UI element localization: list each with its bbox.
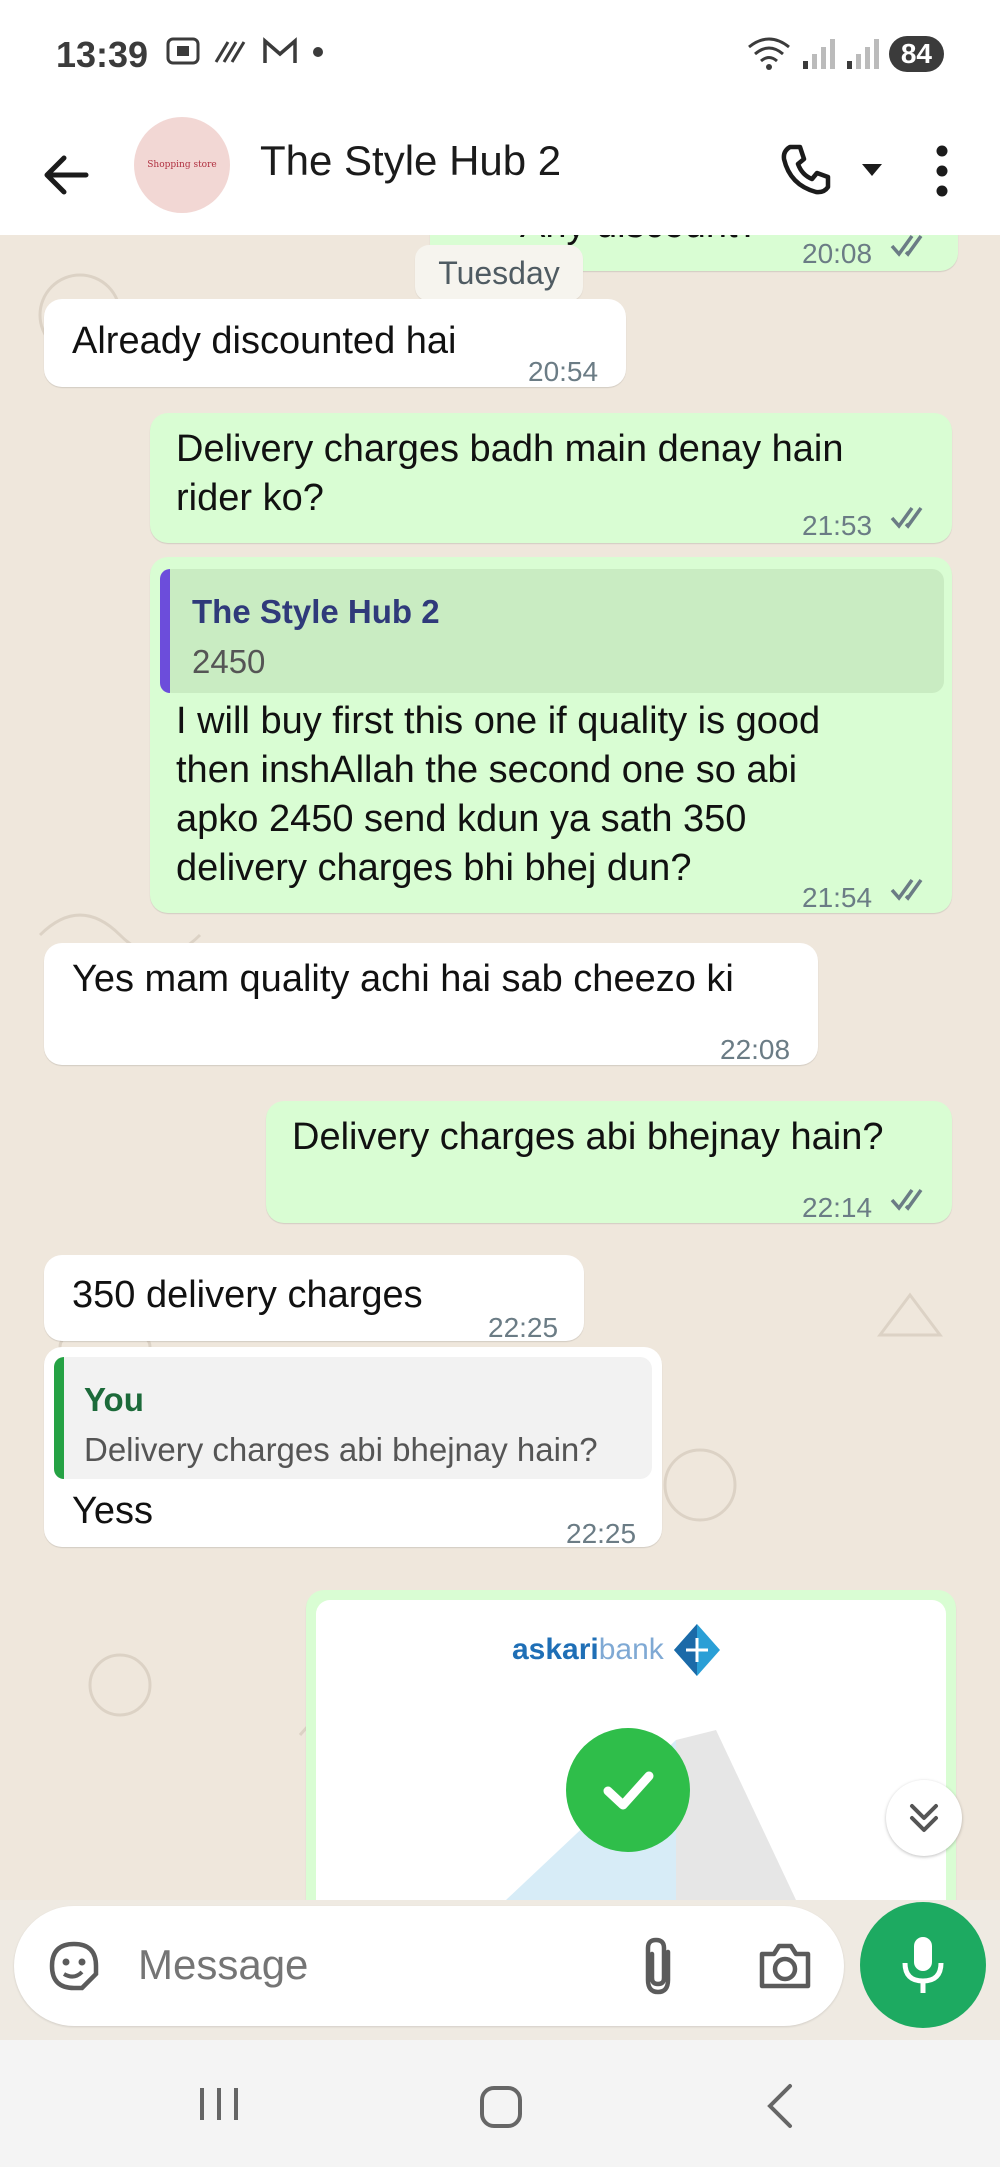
message-line: apko 2450 send kdun ya sath 350 xyxy=(176,798,747,840)
message-bubble-in[interactable]: Yes mam quality achi hai sab cheezo ki 2… xyxy=(44,943,818,1065)
quote-sender: The Style Hub 2 xyxy=(192,593,440,630)
message-time: 20:54 xyxy=(528,356,599,387)
phone-icon[interactable] xyxy=(776,139,836,199)
quote-text: 2450 xyxy=(192,643,266,680)
gmail-icon xyxy=(263,37,297,63)
message-bubble-out[interactable]: Delivery charges badh main denay hain ri… xyxy=(150,413,952,543)
message-time: 21:54 xyxy=(802,882,873,913)
quote-bar xyxy=(160,569,170,693)
message-bubble-in[interactable]: Already discounted hai 20:54 xyxy=(44,299,626,387)
avatar[interactable]: Shopping store xyxy=(134,117,230,213)
quoted-message[interactable]: The Style Hub 2 2450 xyxy=(160,569,944,693)
status-system-icons: 84 xyxy=(747,36,944,72)
message-time: 21:53 xyxy=(802,510,873,541)
message-text: Yes mam quality achi hai sab cheezo ki xyxy=(72,958,734,1000)
message-line: then inshAllah the second one so abi xyxy=(176,749,798,791)
chat-header: Shopping store The Style Hub 2 xyxy=(0,115,1000,235)
scroll-to-bottom-button[interactable] xyxy=(886,1780,962,1856)
quoted-message[interactable]: You Delivery charges abi bhejnay hain? xyxy=(54,1357,652,1479)
check-icon xyxy=(566,1728,690,1852)
signal-1-icon xyxy=(802,39,835,69)
quote-bar xyxy=(54,1357,64,1479)
message-line: delivery charges bhi bhej dun? xyxy=(176,847,692,889)
message-text: Yess xyxy=(72,1490,153,1532)
sticker-icon[interactable] xyxy=(44,1936,104,1996)
status-notification-icons xyxy=(166,36,324,66)
ticks-icon xyxy=(890,878,923,901)
ticks-icon xyxy=(890,235,923,257)
home-icon[interactable] xyxy=(478,2084,524,2130)
message-text: I will buy first this one if quality is … xyxy=(176,697,820,893)
message-bubble-out[interactable]: The Style Hub 2 2450 I will buy first th… xyxy=(150,557,952,913)
message-text: 350 delivery charges xyxy=(72,1274,423,1316)
chevrons-down-icon xyxy=(910,1804,938,1832)
quote-sender: You xyxy=(84,1381,144,1418)
ticks-icon xyxy=(890,506,923,529)
message-bubble-out[interactable]: Delivery charges abi bhejnay hain? 22:14 xyxy=(266,1101,952,1223)
back-arrow-icon[interactable] xyxy=(36,145,96,205)
dot-icon xyxy=(313,47,323,57)
system-nav-bar xyxy=(0,2040,1000,2167)
message-time: 22:25 xyxy=(488,1312,559,1343)
bank-name-bold: askari xyxy=(512,1633,599,1666)
message-text: Delivery charges abi bhejnay hain? xyxy=(292,1116,884,1158)
bank-logo-icon xyxy=(673,1624,720,1676)
screenshot-icon xyxy=(166,37,200,65)
message-composer[interactable] xyxy=(14,1906,844,2026)
payment-receipt-image[interactable]: askari bank xyxy=(316,1600,946,1900)
date-divider: Tuesday xyxy=(415,245,583,301)
message-line: Delivery charges badh main denay hain xyxy=(176,428,844,470)
message-time: 22:25 xyxy=(566,1518,637,1549)
mic-icon xyxy=(902,1937,944,1993)
wifi-icon xyxy=(747,37,790,70)
contact-name[interactable]: The Style Hub 2 xyxy=(260,137,561,185)
attach-icon[interactable] xyxy=(638,1936,678,1998)
more-vert-icon[interactable] xyxy=(922,139,962,203)
voice-message-button[interactable] xyxy=(860,1902,986,2028)
message-input[interactable] xyxy=(136,1934,620,1996)
avatar-text: Shopping store xyxy=(147,160,217,170)
caret-down-icon[interactable] xyxy=(856,153,888,185)
camera-icon[interactable] xyxy=(756,1940,814,1992)
message-line: I will buy first this one if quality is … xyxy=(176,700,821,742)
system-back-icon[interactable] xyxy=(762,2082,798,2130)
message-text: Already discounted hai xyxy=(72,320,457,362)
recent-apps-icon[interactable] xyxy=(196,2084,242,2124)
message-bubble-in[interactable]: 350 delivery charges 22:25 xyxy=(44,1255,584,1343)
message-time: 22:08 xyxy=(720,1034,791,1065)
status-bar: 13:39 84 xyxy=(0,0,1000,115)
signal-2-icon xyxy=(846,39,879,69)
message-bubble-in[interactable]: You Delivery charges abi bhejnay hain? Y… xyxy=(44,1347,662,1549)
sync-stripes-icon xyxy=(214,41,246,63)
status-time: 13:39 xyxy=(56,34,149,75)
bank-logo: askari bank xyxy=(512,1622,722,1678)
quote-text: Delivery charges abi bhejnay hain? xyxy=(84,1431,598,1468)
battery-indicator: 84 xyxy=(888,36,944,72)
message-line: rider ko? xyxy=(176,477,324,519)
message-time: 20:08 xyxy=(802,238,873,269)
ticks-icon xyxy=(890,1188,923,1211)
bank-name-light: bank xyxy=(598,1633,664,1666)
message-time: 22:14 xyxy=(802,1192,873,1223)
message-text: Delivery charges badh main denay hain ri… xyxy=(176,425,844,523)
chat-area[interactable]: Any discount? 20:08 Tuesday Already disc… xyxy=(0,235,1000,1900)
